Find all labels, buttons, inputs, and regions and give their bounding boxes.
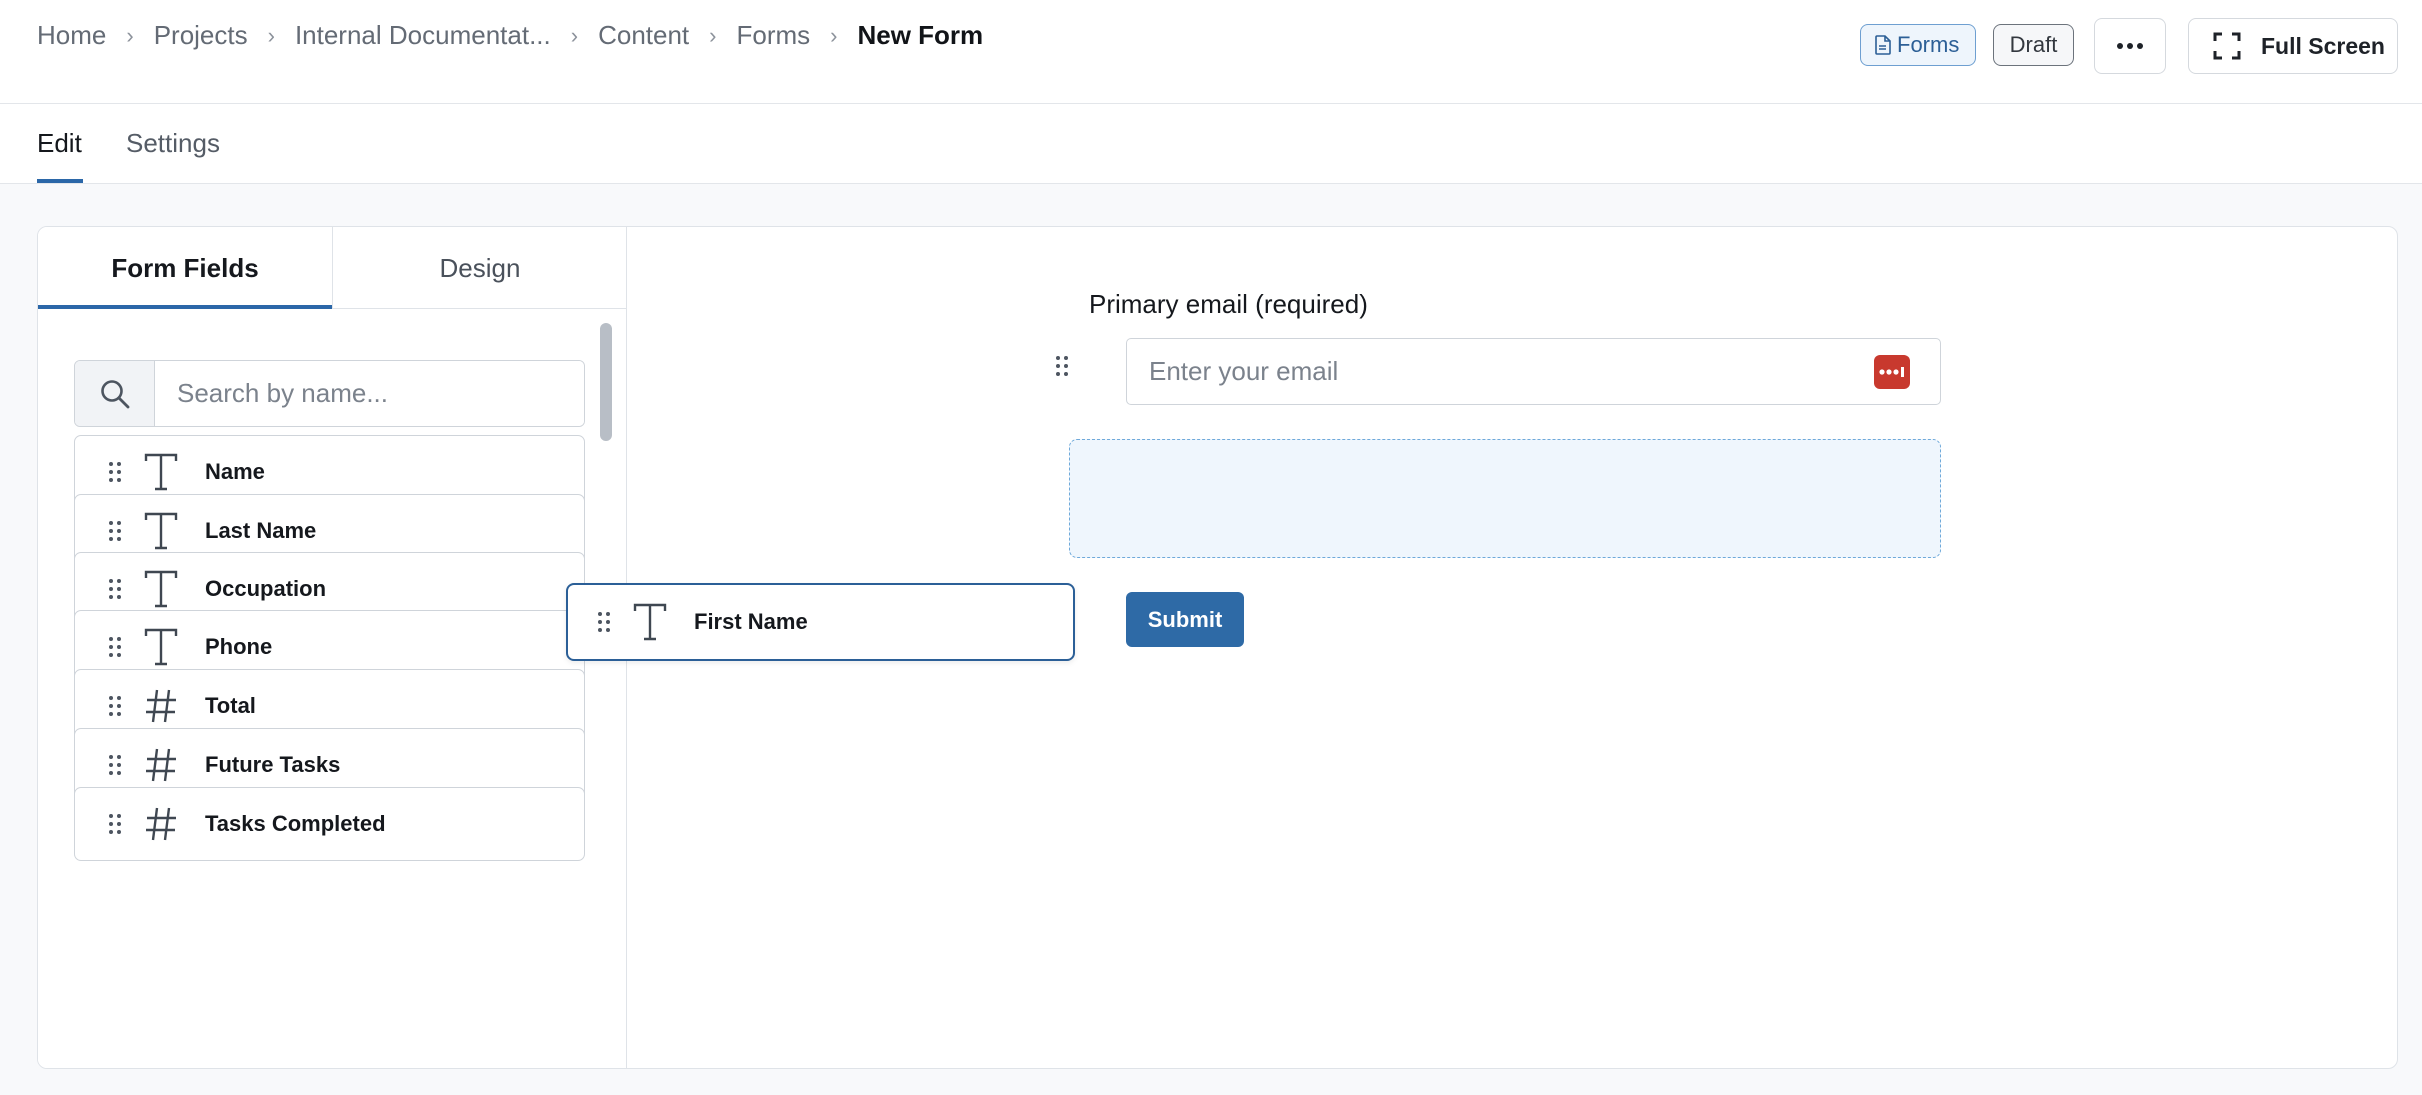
drop-zone[interactable] <box>1069 439 1941 558</box>
more-options-button[interactable] <box>2094 18 2166 74</box>
breadcrumb: Home › Projects › Internal Documentat...… <box>37 20 983 51</box>
dragging-field-label: First Name <box>694 609 808 634</box>
document-icon <box>1875 35 1891 55</box>
required-indicator: (required) <box>1255 289 1368 319</box>
field-item-label: Occupation <box>205 576 327 601</box>
drag-handle-icon[interactable] <box>1054 354 1070 383</box>
text-type-icon <box>630 603 670 641</box>
breadcrumb-separator-icon: › <box>267 22 275 48</box>
breadcrumb-projects[interactable]: Projects <box>154 20 248 51</box>
drag-handle-icon[interactable] <box>89 519 141 543</box>
email-label-text: Primary email <box>1089 289 1248 319</box>
number-type-icon <box>141 805 181 843</box>
field-search <box>74 360 585 427</box>
tab-settings[interactable]: Settings <box>126 128 220 159</box>
tab-form-fields[interactable]: Form Fields <box>38 227 332 309</box>
full-screen-label: Full Screen <box>2261 32 2385 59</box>
breadcrumb-separator-icon: › <box>709 22 717 48</box>
drag-handle-icon[interactable] <box>89 635 141 659</box>
email-field-label: Primary email (required) <box>1089 289 1368 320</box>
drag-handle-icon[interactable] <box>578 610 630 634</box>
number-type-icon <box>141 687 181 725</box>
breadcrumb-home[interactable]: Home <box>37 20 106 51</box>
text-type-icon <box>141 512 181 550</box>
password-manager-icon[interactable] <box>1874 355 1910 389</box>
text-type-icon <box>141 453 181 491</box>
page-title: New Form <box>857 20 984 50</box>
drag-handle-icon[interactable] <box>89 460 141 484</box>
breadcrumb-forms[interactable]: Forms <box>736 20 810 51</box>
submit-button[interactable]: Submit <box>1126 592 1244 647</box>
breadcrumb-content[interactable]: Content <box>598 20 689 51</box>
breadcrumb-internal-documentation[interactable]: Internal Documentat... <box>295 20 551 51</box>
field-item-label: Future Tasks <box>205 752 341 777</box>
active-sidebar-tab-indicator <box>38 305 332 309</box>
tab-edit[interactable]: Edit <box>37 128 82 159</box>
forms-badge-label: Forms <box>1897 32 1960 57</box>
field-item-tasks-completed[interactable]: Tasks Completed <box>74 787 585 861</box>
top-bar: Home › Projects › Internal Documentat...… <box>0 0 2422 104</box>
tab-bar: Edit Settings <box>0 104 2422 184</box>
search-icon <box>75 361 155 426</box>
field-item-label: Phone <box>205 634 273 659</box>
text-type-icon <box>141 628 181 666</box>
email-placeholder: Enter your email <box>1149 356 1339 386</box>
breadcrumb-separator-icon: › <box>570 22 579 48</box>
status-badge: Draft <box>1993 24 2074 66</box>
email-field[interactable]: Enter your email <box>1126 338 1941 405</box>
drag-handle-icon[interactable] <box>89 753 141 777</box>
active-tab-indicator <box>37 179 83 183</box>
drag-handle-icon[interactable] <box>89 812 141 836</box>
dragging-field-first-name[interactable]: First Name <box>566 583 1075 661</box>
field-item-label: Total <box>205 693 256 718</box>
ellipsis-icon <box>2117 43 2143 49</box>
number-type-icon <box>141 746 181 784</box>
field-item-label: Name <box>205 459 265 484</box>
breadcrumb-separator-icon: › <box>126 22 134 48</box>
text-type-icon <box>141 570 181 608</box>
forms-badge: Forms <box>1860 24 1976 66</box>
breadcrumb-separator-icon: › <box>830 22 838 48</box>
search-input[interactable] <box>155 361 584 426</box>
full-screen-button[interactable]: Full Screen <box>2188 18 2398 74</box>
fields-sidebar: Form Fields Design Name Last Name Occupati… <box>38 227 627 1068</box>
fullscreen-icon <box>2213 32 2241 60</box>
sidebar-tabs: Form Fields Design <box>38 227 627 309</box>
drag-handle-icon[interactable] <box>89 694 141 718</box>
tab-design[interactable]: Design <box>332 227 627 309</box>
sidebar-scrollbar[interactable] <box>600 323 612 441</box>
field-item-label: Last Name <box>205 518 317 543</box>
drag-handle-icon[interactable] <box>89 577 141 601</box>
field-item-label: Tasks Completed <box>205 811 386 836</box>
